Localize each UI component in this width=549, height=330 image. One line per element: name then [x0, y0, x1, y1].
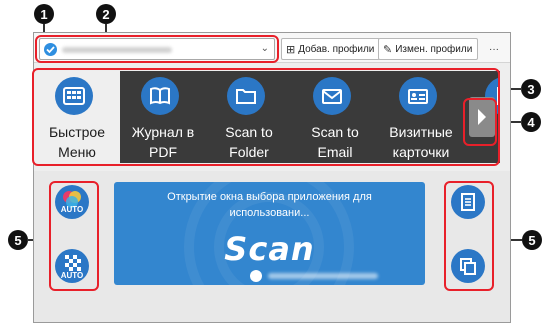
callout-badge-4: 4 [521, 112, 541, 132]
user-row [250, 270, 400, 282]
more-button[interactable]: ··· [483, 38, 505, 60]
scan-status-message: Открытие окна выбора приложения для испо… [167, 191, 372, 219]
scan-panel[interactable]: Открытие окна выбора приложения для испо… [114, 182, 425, 285]
edit-profile-label: Измен. профили [395, 43, 473, 55]
edit-profile-button[interactable]: ✎ Измен. профили [378, 38, 479, 60]
callout-badge-1: 1 [34, 4, 54, 24]
callout-badge-5-right: 5 [522, 230, 542, 250]
highlight-frame-5-left [49, 181, 99, 291]
callout-badge-5-left: 5 [8, 230, 28, 250]
plus-icon: ⊞ [286, 43, 296, 56]
callout-badge-3: 3 [521, 79, 541, 99]
callout-badge-2: 2 [96, 4, 116, 24]
add-profile-button[interactable]: ⊞ Добав. профили [281, 38, 381, 60]
bottom-area: AUTO AUTO Открытие окна выбора приложени… [34, 171, 510, 322]
user-name-redacted [268, 273, 378, 279]
scan-logo: Scan [224, 230, 315, 268]
highlight-frame-4 [463, 98, 497, 146]
add-profile-label: Добав. профили [298, 43, 375, 55]
highlight-frame-3 [32, 68, 500, 166]
edit-icon: ✎ [383, 43, 393, 56]
user-icon [250, 270, 262, 282]
highlight-frame-5-right [444, 181, 494, 291]
highlight-frame-2 [35, 35, 279, 63]
